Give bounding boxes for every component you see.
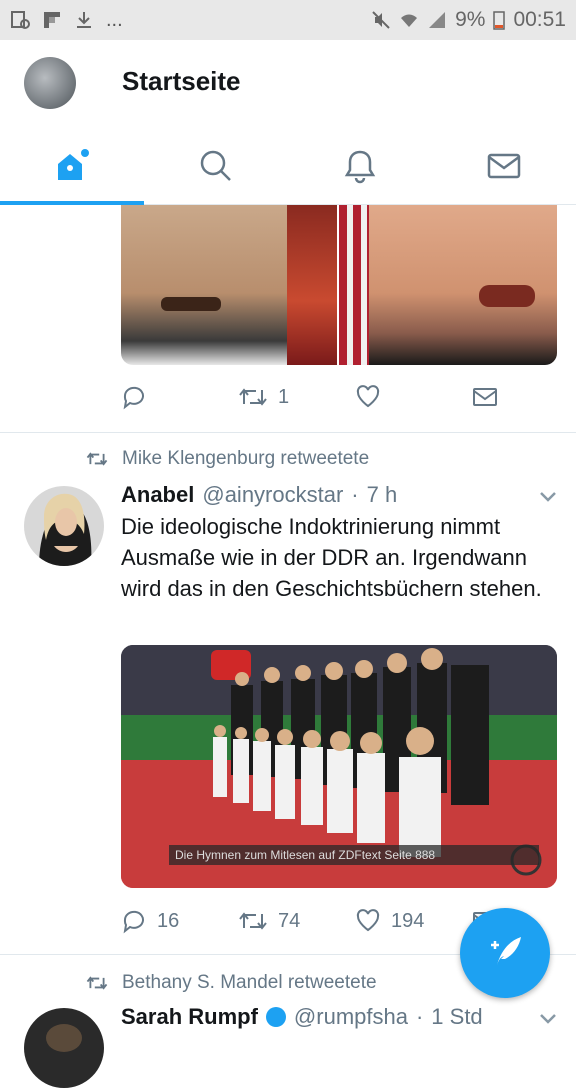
author-name[interactable]: Sarah Rumpf [121,1004,258,1030]
status-more: ... [106,8,123,31]
bell-icon [344,150,376,184]
reply-icon [123,910,144,934]
battery-icon [493,11,506,30]
clock: 00:51 [513,8,566,31]
battery-percent: 9% [455,8,486,31]
retweet-by-label[interactable]: Bethany S. Mandel retweetete [122,972,377,994]
retweet-count: 74 [278,909,301,932]
mail-icon [487,153,521,179]
tab-search[interactable] [144,128,288,204]
chevron-down-icon[interactable] [538,490,558,504]
media-image-right [339,205,557,365]
retweet-count: 1 [278,385,290,408]
search-icon [200,150,231,181]
tweet-media-image[interactable]: Die Hymnen zum Mitlesen auf ZDFtext Seit… [121,645,557,888]
separator-dot: · [415,1004,424,1029]
like-button[interactable]: 194 [355,908,472,934]
app-header [0,40,576,128]
tweet-time: 1 Std [431,1004,483,1029]
tab-home[interactable] [0,128,144,205]
heart-icon [356,909,380,932]
like-count: 194 [391,909,425,932]
tweet-author-line: Anabel @ainyrockstar · 7 h [121,482,397,508]
wifi-icon [401,14,418,27]
compose-feather-icon [491,937,521,965]
profile-avatar[interactable] [24,57,76,109]
status-bar: ... 9% 00:51 [0,0,576,40]
avatar[interactable] [24,486,104,566]
author-name[interactable]: Anabel [121,482,194,508]
home-icon [58,149,89,180]
flipboard-icon [44,12,60,28]
media-caption: Die Hymnen zum Mitlesen auf ZDFtext Seit… [169,845,539,865]
separator-dot: · [351,482,359,507]
dm-button[interactable] [472,384,576,410]
retweet-icon [86,452,108,466]
tweet-text: Die ideologische Indoktrinierung nimmt A… [121,514,542,601]
heart-icon [356,385,380,408]
retweet-icon [239,912,267,930]
mute-icon [372,11,390,29]
tweet-actions: 1 [121,384,576,410]
tab-messages[interactable] [432,128,576,204]
reply-button[interactable] [121,384,238,410]
mail-icon [473,388,497,406]
download-icon [77,12,91,28]
retweet-button[interactable]: 74 [238,908,355,934]
reply-button[interactable]: 16 [121,908,238,934]
retweet-icon [239,388,267,406]
reply-icon [123,386,144,410]
media-image-left [121,205,337,365]
retweet-icon [86,976,108,990]
page-title: Startseite [122,66,241,96]
avatar[interactable] [24,1008,104,1088]
avatar-image [24,1008,104,1088]
tab-bar [0,128,576,205]
like-button[interactable] [355,384,472,410]
tweet-media-image[interactable] [121,205,557,365]
divider [0,432,576,433]
retweet-context: Mike Klengenburg retweetete [86,448,369,470]
author-handle[interactable]: @rumpfsha [294,1004,408,1030]
verified-badge-icon [265,1007,286,1027]
retweet-context: Bethany S. Mandel retweetete [86,972,377,994]
avatar-image [24,486,104,566]
screenshot-icon [11,11,30,29]
tweet-author-line: Sarah Rumpf @rumpfsha · 1 Std [121,1004,483,1030]
tweet-time: 7 h [366,482,398,507]
reply-count: 16 [157,909,180,932]
retweet-button[interactable]: 1 [238,384,355,410]
author-handle[interactable]: @ainyrockstar [202,482,343,508]
retweet-by-label[interactable]: Mike Klengenburg retweetete [122,448,369,470]
signal-icon [429,12,446,28]
compose-tweet-button[interactable] [460,908,550,998]
tab-notifications[interactable] [288,128,432,204]
